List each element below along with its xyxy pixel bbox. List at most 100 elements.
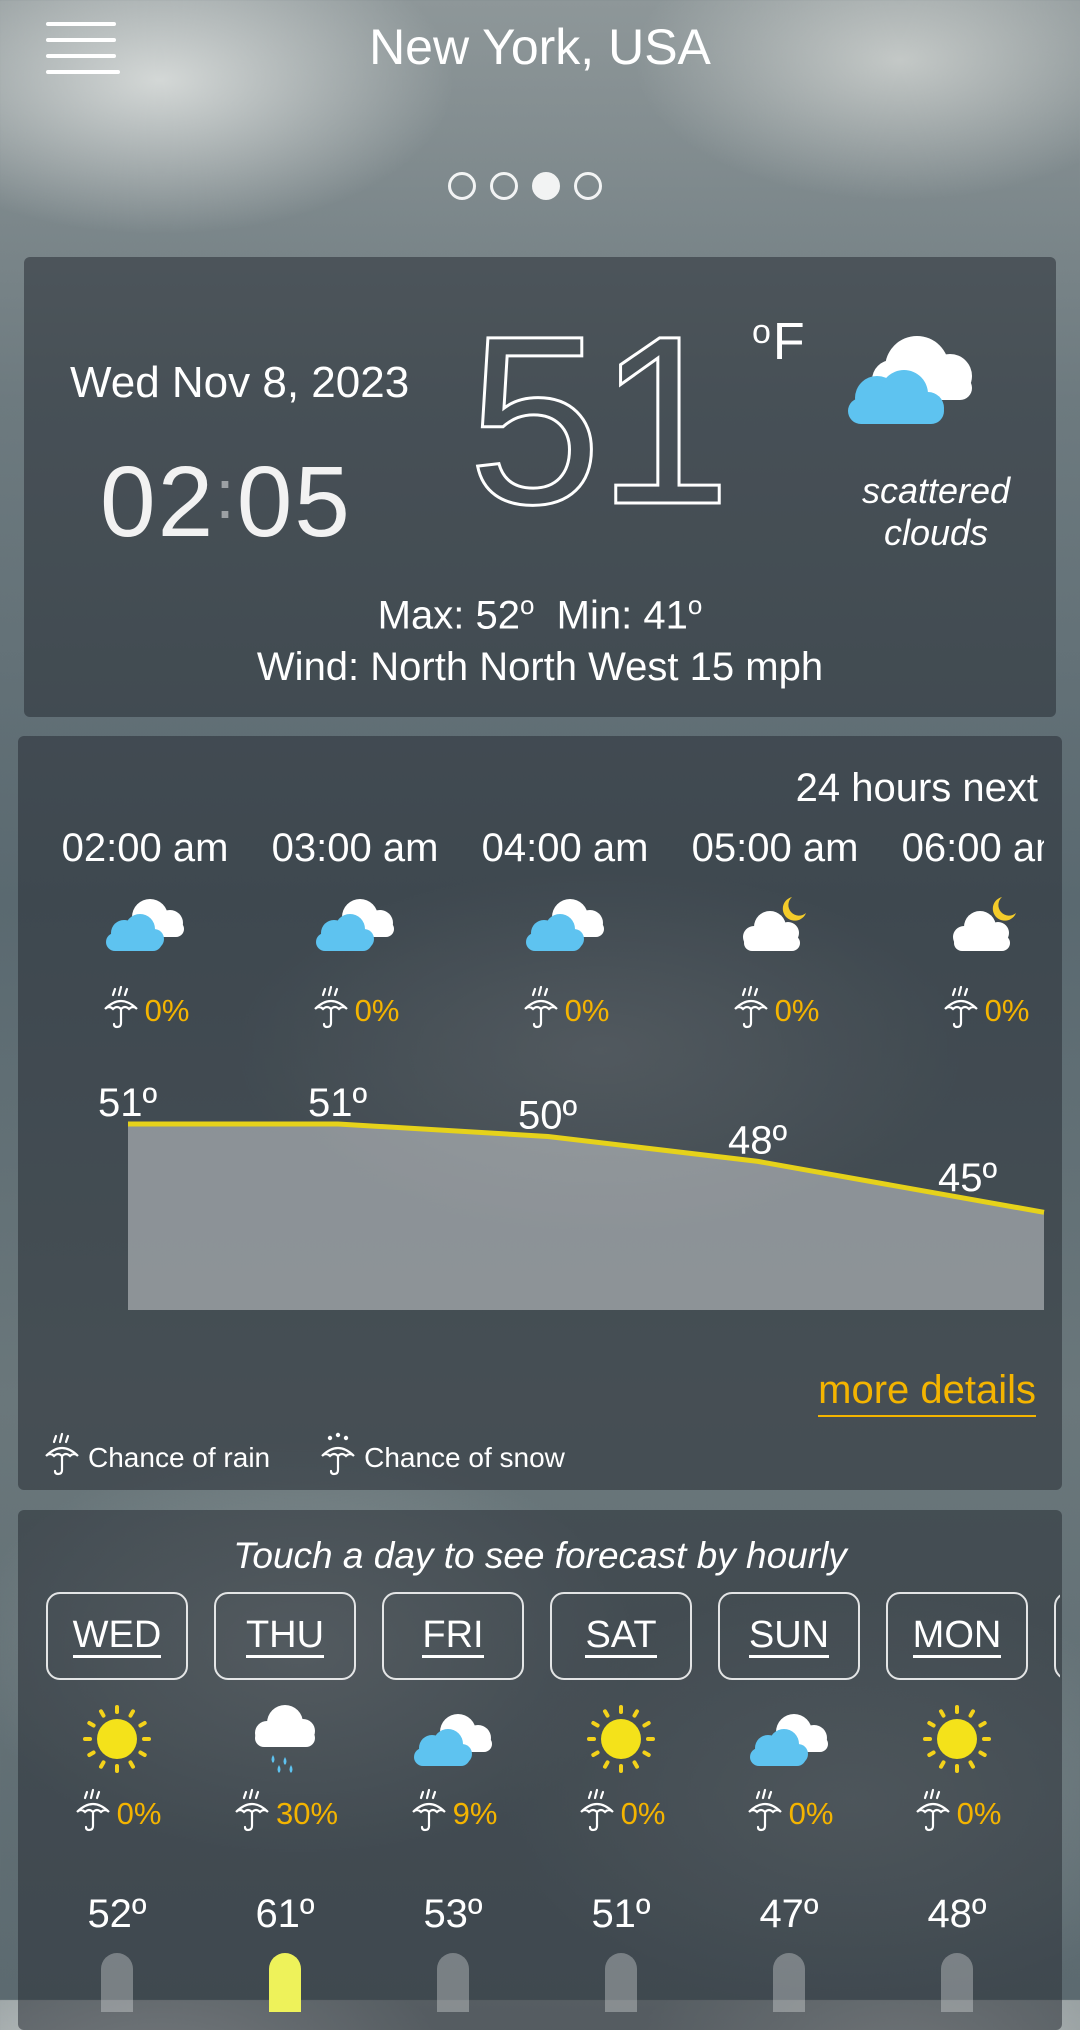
rain-chance: 0%	[550, 1788, 692, 1840]
umbrella-rain-icon	[913, 1788, 953, 1840]
day-item[interactable]: WED 0% 52º	[46, 1592, 188, 2012]
legend-rain: Chance of rain	[42, 1432, 270, 1483]
max-min-temperature: Max: 52o Min: 41o	[377, 590, 703, 638]
temperature-bar	[269, 1953, 301, 2012]
legend-snow: Chance of snow	[318, 1432, 565, 1483]
day-button[interactable]: SUN	[718, 1592, 860, 1680]
day-label: THU	[245, 1613, 325, 1658]
day-button[interactable]: FRI	[382, 1592, 524, 1680]
day-item[interactable]: MON 0% 48º	[886, 1592, 1028, 2012]
hourly-item[interactable]: 04:00 am 0%	[460, 826, 670, 1037]
daily-list[interactable]: WED 0% 52º THU 30% 61º FRI 9% 53º SAT 0%…	[46, 1592, 1060, 2012]
umbrella-rain-icon	[101, 985, 141, 1037]
rain-chance: 0%	[250, 985, 460, 1037]
page-indicator	[448, 172, 602, 200]
hourly-item[interactable]: 02:00 am 0%	[40, 826, 250, 1037]
rain-chance: 0%	[718, 1788, 860, 1840]
rain-chance-value: 0%	[956, 1796, 1002, 1831]
day-item-partial[interactable]	[1054, 1592, 1060, 2012]
day-temperature: 53º	[423, 1892, 483, 1936]
rain-chance-value: 0%	[564, 993, 610, 1028]
rain-chance-value: 0%	[144, 993, 190, 1028]
umbrella-rain-icon	[409, 1788, 449, 1840]
umbrella-rain-icon	[577, 1788, 617, 1840]
chart-data-label: 50º	[518, 1093, 577, 1137]
rain-chance: 0%	[40, 985, 250, 1037]
day-button[interactable]: WED	[46, 1592, 188, 1680]
rain-chance-value: 0%	[774, 993, 820, 1028]
day-label: MON	[912, 1613, 1002, 1658]
hourly-item[interactable]: 05:00 am 0%	[670, 826, 880, 1037]
day-temperature: 51º	[591, 1892, 651, 1936]
temperature-bar	[101, 1953, 133, 2012]
hour-time: 06:00 am	[901, 826, 1044, 870]
day-item[interactable]: THU 30% 61º	[214, 1592, 356, 2012]
page-dot-active[interactable]	[532, 172, 560, 200]
temperature-bar	[605, 1953, 637, 2012]
daily-instruction: Touch a day to see forecast by hourly	[233, 1535, 847, 1576]
temperature-bar	[437, 1953, 469, 2012]
umbrella-rain-icon	[941, 985, 981, 1037]
rain-chance-value: 30%	[275, 1796, 339, 1831]
rain-chance: 0%	[46, 1788, 188, 1840]
temperature-bar	[773, 1953, 805, 2012]
day-button[interactable]: THU	[214, 1592, 356, 1680]
cloud-moon-icon	[880, 893, 1044, 963]
day-temperature: 47º	[759, 1892, 819, 1936]
cloud-icon	[842, 328, 982, 443]
page-dot[interactable]	[574, 172, 602, 200]
condition-text: scattered clouds	[861, 470, 1011, 553]
page-dot[interactable]	[490, 172, 518, 200]
day-temperature: 48º	[927, 1892, 987, 1936]
chart-data-label: 51º	[308, 1081, 367, 1125]
rain-chance: 30%	[214, 1788, 356, 1840]
hourly-item[interactable]: 06:00 am 0%	[880, 826, 1044, 1037]
page-dot[interactable]	[448, 172, 476, 200]
day-item[interactable]: SUN 0% 47º	[718, 1592, 860, 2012]
rain-chance: 0%	[670, 985, 880, 1037]
current-date: Wed Nov 8, 2023	[70, 358, 410, 407]
rain-chance: 0%	[880, 985, 1044, 1037]
more-details-link[interactable]: more details	[818, 1368, 1036, 1417]
current-time: 02:05	[100, 446, 352, 558]
day-label: SUN	[748, 1613, 830, 1658]
chart-area	[128, 1124, 1044, 1310]
rain-chance: 9%	[382, 1788, 524, 1840]
day-item[interactable]: FRI 9% 53º	[382, 1592, 524, 2012]
current-temperature: 51	[467, 286, 733, 554]
temperature-chart: 51º 51º 50º 48º 45º	[98, 1081, 1045, 1310]
rain-chance-value: 0%	[788, 1796, 834, 1831]
temperature-unit[interactable]: oF	[752, 312, 805, 372]
day-item[interactable]: SAT 0% 51º	[550, 1592, 692, 2012]
umbrella-rain-icon	[311, 985, 351, 1037]
rain-chance: 0%	[886, 1788, 1028, 1840]
hour-time: 03:00 am	[271, 826, 439, 870]
umbrella-rain-icon	[232, 1788, 272, 1840]
hour-time: 05:00 am	[691, 826, 859, 870]
sun-icon	[550, 1696, 692, 1782]
day-button[interactable]	[1054, 1592, 1060, 1680]
day-button[interactable]: SAT	[550, 1592, 692, 1680]
day-button[interactable]: MON	[886, 1592, 1028, 1680]
umbrella-rain-icon	[745, 1788, 785, 1840]
legend: Chance of rain Chance of snow	[42, 1432, 565, 1483]
temperature-bar	[941, 1953, 973, 2012]
day-temperature: 61º	[255, 1892, 315, 1936]
location-title[interactable]: New York, USA	[0, 18, 1080, 76]
day-label: SAT	[585, 1613, 657, 1658]
rain-chance-value: 0%	[116, 1796, 162, 1831]
rain-chance: 0%	[460, 985, 670, 1037]
hourly-item[interactable]: 03:00 am 0%	[250, 826, 460, 1037]
cloud-icon	[40, 893, 250, 963]
hour-time: 04:00 am	[481, 826, 649, 870]
rain-chance-value: 0%	[354, 993, 400, 1028]
hour-time: 02:00 am	[61, 826, 229, 870]
umbrella-rain-icon	[521, 985, 561, 1037]
chart-data-label: 48º	[728, 1118, 787, 1162]
hourly-list[interactable]: 02:00 am 0% 03:00 am 0% 04:00 am 0% 05:0…	[40, 826, 1044, 1046]
wind-info: Wind: North North West 15 mph	[256, 645, 824, 689]
sun-icon	[46, 1696, 188, 1782]
cloud-icon	[250, 893, 460, 963]
hourly-heading: 24 hours next	[795, 766, 1038, 810]
umbrella-rain-icon	[731, 985, 771, 1037]
